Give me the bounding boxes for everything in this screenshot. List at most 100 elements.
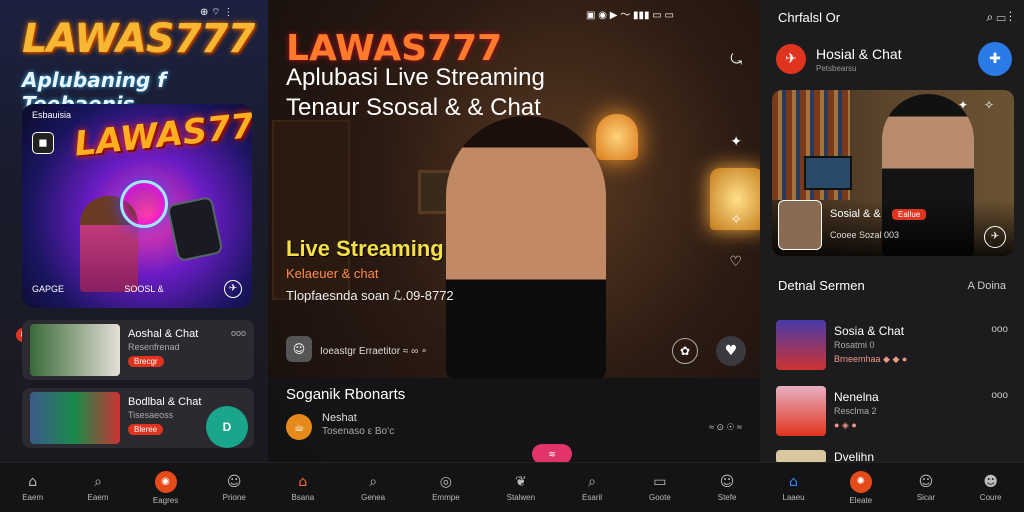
chat-icon: ▭	[653, 473, 667, 490]
nav-live[interactable]: ✺ Eleate	[849, 470, 872, 505]
gift-icon[interactable]: ✧	[730, 212, 742, 228]
status-bar: ▣ ◉ ▶ 〜 ▮▮▮ ▭ ▭	[586, 6, 674, 21]
chip-extra: ≈ ∞ ∘	[402, 346, 428, 357]
search-icon: ⌕	[94, 473, 102, 490]
row-meta: Tosenaso ε Boʻc	[322, 426, 395, 437]
card-foot-left: GAPGE	[32, 284, 65, 294]
device-image	[166, 195, 224, 263]
item-meta: Resclma 2	[834, 406, 877, 416]
right-screen: Chrfalsl Or ⌕ ▭ ⋮ ✈ Hosial & Chat Petsbe…	[760, 0, 1024, 512]
item-title: Aoshal & Chat	[128, 328, 199, 340]
item-icons: Brneemhaa ◆ ◆ ●	[834, 354, 908, 364]
left-screen: ⊕ ⌔ ⋮ LAWAS777 Aplubaning f Teebaenis Es…	[0, 0, 268, 512]
item-meta: Resenfrenad	[128, 342, 180, 352]
live-icon: ◎	[439, 473, 452, 490]
section-title: Detnal Sermen	[778, 278, 865, 293]
add-icon[interactable]: ✚	[978, 42, 1012, 76]
sparkle-icon[interactable]: ✦	[958, 98, 968, 112]
send-icon[interactable]: ✈	[984, 226, 1006, 248]
profile-icon: ☺	[918, 473, 934, 490]
live-streaming-title: Live Streaming	[286, 236, 444, 261]
section-link[interactable]: A Doina	[967, 280, 1006, 292]
search-icon: ⌕	[588, 473, 596, 490]
top-actions[interactable]: ⌕ ▭ ⋮	[986, 10, 1012, 25]
more-icon[interactable]: ooo	[231, 328, 246, 338]
nav-search[interactable]: ⌕ Eaem	[88, 474, 109, 502]
item-title: Sosia & Chat	[834, 324, 905, 338]
item-badge: Bleree	[128, 424, 164, 435]
live-icon: ✺	[849, 470, 872, 493]
more-icon[interactable]: ooo	[991, 324, 1008, 335]
item-icons: ● ◈ ●	[834, 420, 857, 430]
item-meta: Tisesaeoss	[128, 410, 174, 420]
featured-stream-card[interactable]: ✦ ✧ Sosial & & Eallue Cooee Sozal 003 ✈	[772, 90, 1014, 256]
card-brand: LAWAS777	[72, 104, 252, 165]
nav-profile[interactable]: ☺ Prione	[223, 474, 246, 502]
app-logo-icon: ✈	[776, 44, 806, 74]
monitor-decor	[804, 156, 852, 190]
list-item[interactable]: Aoshal & Chat Resenfrenad Brecgr ooo	[22, 320, 254, 380]
bottom-nav: ⌂ Laaeu ✺ Eleate ☺ Sicar ☻ Coure	[760, 462, 1024, 512]
nav-chat[interactable]: ▭ Goote	[649, 474, 671, 502]
row-title: Neshat	[322, 412, 357, 424]
settings-icon[interactable]: ✿	[672, 338, 698, 364]
nav-profile[interactable]: ☺ Stefe	[718, 474, 737, 502]
top-icons[interactable]: ⌕ ▭ ⋮	[986, 10, 1012, 25]
card-foot-mid2: &	[157, 284, 164, 294]
heart-icon[interactable]: ♥	[716, 336, 746, 366]
item-title: Nenelna	[834, 390, 879, 404]
live-streaming-description: Tlopfaesnda soan ℒ.09-8772	[286, 288, 454, 303]
headline-line-2: Tenaur Ssosal & & Chat	[286, 94, 541, 121]
nav-leaf[interactable]: ❦ Stalwen	[507, 474, 535, 502]
header-subtitle: Petsbearsu	[816, 64, 857, 73]
nav-profile[interactable]: ☻ Coure	[980, 474, 1002, 502]
star-icon[interactable]: ✦	[730, 134, 742, 150]
home-icon: ⌂	[789, 473, 798, 490]
more-icon[interactable]: ooo	[991, 390, 1008, 401]
nav-friends[interactable]: ☺ Sicar	[917, 474, 935, 502]
nav-home[interactable]: ⌂ Bsana	[291, 474, 314, 502]
list-item[interactable]: Nenelna Resclma 2 ● ◈ ● ooo	[776, 386, 1012, 436]
nav-home[interactable]: ⌂ Laaeu	[782, 474, 804, 502]
nav-search[interactable]: ⌕ Genea	[361, 474, 385, 502]
send-icon[interactable]: ✈	[223, 280, 242, 298]
heart-outline-icon[interactable]: ♡	[729, 254, 742, 270]
bottom-panel: Soganik Rbonarts ☕ Neshat Tosenaso ε Boʻ…	[268, 378, 760, 462]
camera-icon: ◼	[32, 132, 54, 154]
item-meta: Rosatmi 0	[834, 340, 875, 350]
nav-live[interactable]: ◎ Emmpe	[432, 474, 460, 502]
brand-logo: LAWAS777	[22, 16, 255, 62]
nav-home[interactable]: ⌂ Eaem	[22, 474, 43, 502]
star-icon[interactable]: ✧	[984, 98, 994, 112]
item-thumbnail	[776, 386, 826, 436]
brand-logo: LAWAS777	[286, 28, 503, 69]
bottom-nav: ⌂ Eaem ⌕ Eaem ◉ Eagres ☺ Prione	[0, 462, 268, 512]
nav-explore[interactable]: ⌕ Esaril	[582, 474, 602, 502]
avatar	[778, 200, 822, 250]
list-item[interactable]: Sosia & Chat Rosatmi 0 Brneemhaa ◆ ◆ ● o…	[776, 320, 1012, 370]
row-actions[interactable]: ≈ ⊙ ☉ ≈	[709, 422, 742, 433]
streamer-label: Ioeastgr Erraetitor ≈ ∞ ∘	[320, 346, 428, 357]
live-streaming-subtitle: Kelaeuer & chat	[286, 266, 379, 281]
profile-icon: ☻	[983, 473, 998, 490]
featured-card[interactable]: Esbauisia ◼ LAWAS777 GAPGE SOOSL & ✈	[22, 104, 252, 308]
live-pill[interactable]: ≋	[532, 444, 572, 464]
card-meta: Cooee Sozal 003	[830, 230, 900, 240]
card-tag: Eallue	[892, 209, 927, 220]
item-thumbnail	[30, 324, 120, 376]
bottom-nav: ⌂ Bsana ⌕ Genea ◎ Emmpe ❦ Stalwen ⌕ Esaril ▭ G…	[268, 462, 760, 512]
header-title: Hosial & Chat	[816, 46, 902, 62]
card-header: Esbauisia	[32, 110, 72, 120]
share-icon[interactable]: ⤿	[730, 52, 742, 68]
page-title: Chrfalsl Or	[778, 10, 841, 25]
glow-orb	[120, 180, 168, 228]
user-icon[interactable]: ☺	[286, 336, 312, 362]
chat-icon: ☕	[286, 414, 312, 440]
home-icon: ⌂	[28, 473, 38, 490]
live-icon: ◉	[154, 470, 177, 493]
leaf-icon: ❦	[514, 473, 527, 490]
nav-live[interactable]: ◉ Eagres	[153, 470, 178, 505]
streamer-image	[446, 116, 606, 380]
floating-action-button[interactable]: D	[206, 406, 248, 448]
card-foot-mid: SOOSL	[124, 284, 156, 294]
